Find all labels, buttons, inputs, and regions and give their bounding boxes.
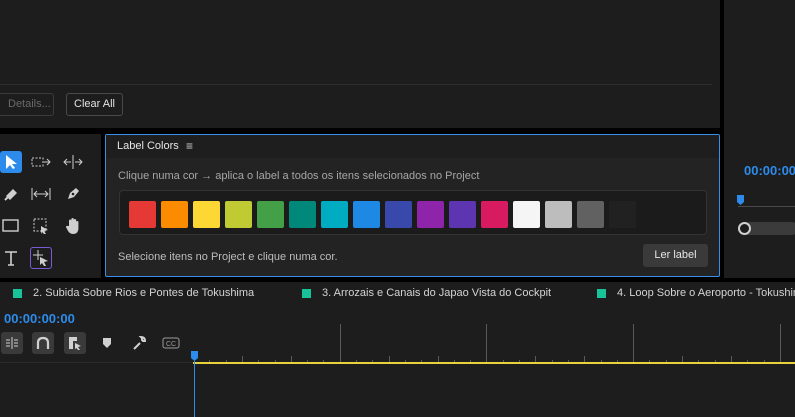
time-ruler[interactable] xyxy=(191,316,795,364)
color-swatch-teal[interactable] xyxy=(289,201,316,228)
sequence-tab[interactable]: 2. Subida Sobre Rios e Pontes de Tokushi… xyxy=(13,287,254,299)
tools-panel xyxy=(0,134,101,278)
metadata-panel: Details... Clear All xyxy=(0,0,720,128)
wrench-icon[interactable] xyxy=(128,332,150,354)
sequence-tab-label: 4. Loop Sobre o Aeroporto - Tokushima xyxy=(617,287,795,299)
color-swatch-orange[interactable] xyxy=(161,201,188,228)
monitor-zoom-handle[interactable] xyxy=(738,222,751,235)
clear-all-button[interactable]: Clear All xyxy=(66,93,123,116)
snap-icon[interactable] xyxy=(32,332,54,354)
svg-text:CC: CC xyxy=(166,341,176,348)
color-swatch-purple[interactable] xyxy=(417,201,444,228)
slip-tool-icon[interactable] xyxy=(30,183,52,205)
pen-tool-icon[interactable] xyxy=(62,183,84,205)
panel-title: Label Colors xyxy=(117,140,179,152)
add-marker-icon[interactable] xyxy=(96,332,118,354)
playhead-line xyxy=(194,361,195,417)
timeline-panel: 2. Subida Sobre Rios e Pontes de Tokushi… xyxy=(0,282,795,417)
color-swatch-magenta[interactable] xyxy=(481,201,508,228)
sequence-marker-icon xyxy=(13,288,22,298)
color-swatch-green[interactable] xyxy=(257,201,284,228)
read-label-button[interactable]: Ler label xyxy=(643,244,708,267)
timeline-timecode[interactable]: 00:00:00:00 xyxy=(4,311,75,326)
insert-sequence-icon[interactable] xyxy=(1,332,23,354)
color-swatch-gray[interactable] xyxy=(577,201,604,228)
transform-tool-icon[interactable] xyxy=(30,215,52,237)
ruler-tick xyxy=(633,324,635,364)
panel-header: Label Colors ≡ xyxy=(106,135,719,158)
label-colors-panel: Label Colors ≡ Clique numa cor → aplica … xyxy=(105,134,720,277)
monitor-timecode[interactable]: 00:00:00: xyxy=(744,163,795,178)
rectangle-tool-icon[interactable] xyxy=(0,215,22,237)
type-tool-icon[interactable] xyxy=(0,247,22,269)
color-swatch-violet[interactable] xyxy=(449,201,476,228)
instructions-text: Clique numa cor → aplica o label a todos… xyxy=(118,170,480,182)
panel-divider xyxy=(0,84,712,85)
color-swatch-red[interactable] xyxy=(129,201,156,228)
motion-path-tool-icon[interactable] xyxy=(30,247,52,269)
monitor-timebar xyxy=(738,206,795,207)
swatch-row xyxy=(119,190,707,235)
sequence-tab-label: 3. Arrozais e Canais do Japao Vista do C… xyxy=(322,287,552,299)
linked-selection-icon[interactable] xyxy=(64,332,86,354)
ripple-edit-tool-icon[interactable] xyxy=(62,151,84,173)
selection-tool-icon[interactable] xyxy=(0,151,22,173)
monitor-playhead[interactable] xyxy=(737,195,744,205)
work-area-bar[interactable] xyxy=(193,362,795,364)
color-swatch-indigo[interactable] xyxy=(385,201,412,228)
color-swatch-white[interactable] xyxy=(513,201,540,228)
program-monitor-panel: 00:00:00: xyxy=(724,0,795,278)
ruler-tick xyxy=(486,324,488,364)
status-text: Selecione itens no Project e clique numa… xyxy=(118,251,338,263)
color-swatch-light-gray[interactable] xyxy=(545,201,572,228)
color-swatch-yellow[interactable] xyxy=(193,201,220,228)
hand-tool-icon[interactable] xyxy=(62,215,84,237)
color-swatch-blue[interactable] xyxy=(353,201,380,228)
sequence-tab[interactable]: 3. Arrozais e Canais do Japao Vista do C… xyxy=(302,287,551,299)
razor-tool-icon[interactable] xyxy=(0,183,22,205)
captions-icon[interactable]: CC xyxy=(160,332,182,354)
panel-menu-icon[interactable]: ≡ xyxy=(186,139,193,153)
color-swatch-black[interactable] xyxy=(609,201,636,228)
color-swatch-cyan[interactable] xyxy=(321,201,348,228)
sequence-marker-icon xyxy=(597,288,606,298)
details-button[interactable]: Details... xyxy=(0,93,54,116)
track-select-tool-icon[interactable] xyxy=(30,151,52,173)
ruler-tick xyxy=(339,324,341,364)
sequence-marker-icon xyxy=(302,288,311,298)
sequence-tab-label: 2. Subida Sobre Rios e Pontes de Tokushi… xyxy=(33,287,255,299)
color-swatch-lime[interactable] xyxy=(225,201,252,228)
ruler-tick xyxy=(779,324,781,364)
sequence-tab[interactable]: 4. Loop Sobre o Aeroporto - Tokushima xyxy=(597,287,795,299)
